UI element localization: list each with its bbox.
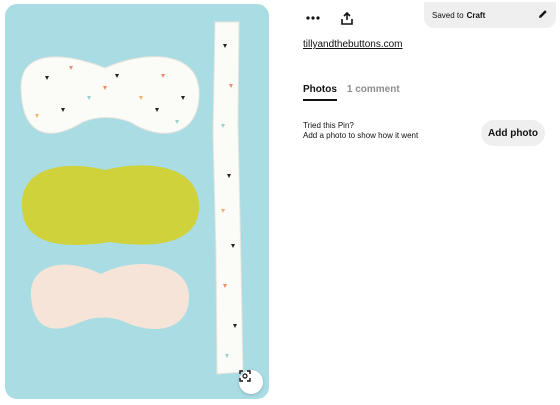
add-photo-button[interactable]: Add photo [481,120,545,146]
share-icon [341,11,353,25]
visual-search-icon [239,370,251,382]
saved-to-label: Saved to [432,10,464,20]
pencil-icon [539,10,547,18]
printed-mask [20,56,200,134]
saved-to-board[interactable]: Saved to Craft [424,2,556,28]
fleece-mask [30,263,190,329]
pin-tabs: Photos 1 comment [303,84,400,101]
share-button[interactable] [337,8,357,28]
source-link[interactable]: tillyandthebuttons.com [303,39,403,50]
board-name: Craft [466,10,486,20]
fabric-strap [212,21,244,375]
more-icon [306,16,320,20]
tried-this-pin: Tried this Pin? Add a photo to show how … [303,121,418,141]
tab-comments[interactable]: 1 comment [347,84,400,101]
tried-title: Tried this Pin? [303,121,354,130]
edit-pin-button[interactable] [538,9,548,21]
visual-search-button[interactable] [239,370,263,394]
tab-photos[interactable]: Photos [303,84,337,101]
pin-image[interactable] [5,4,269,399]
yellow-mask [21,165,200,245]
tried-subtitle: Add a photo to show how it went [303,131,419,140]
pin-photo [20,21,244,375]
pin-toolbar [303,8,357,28]
more-options-button[interactable] [303,8,323,28]
